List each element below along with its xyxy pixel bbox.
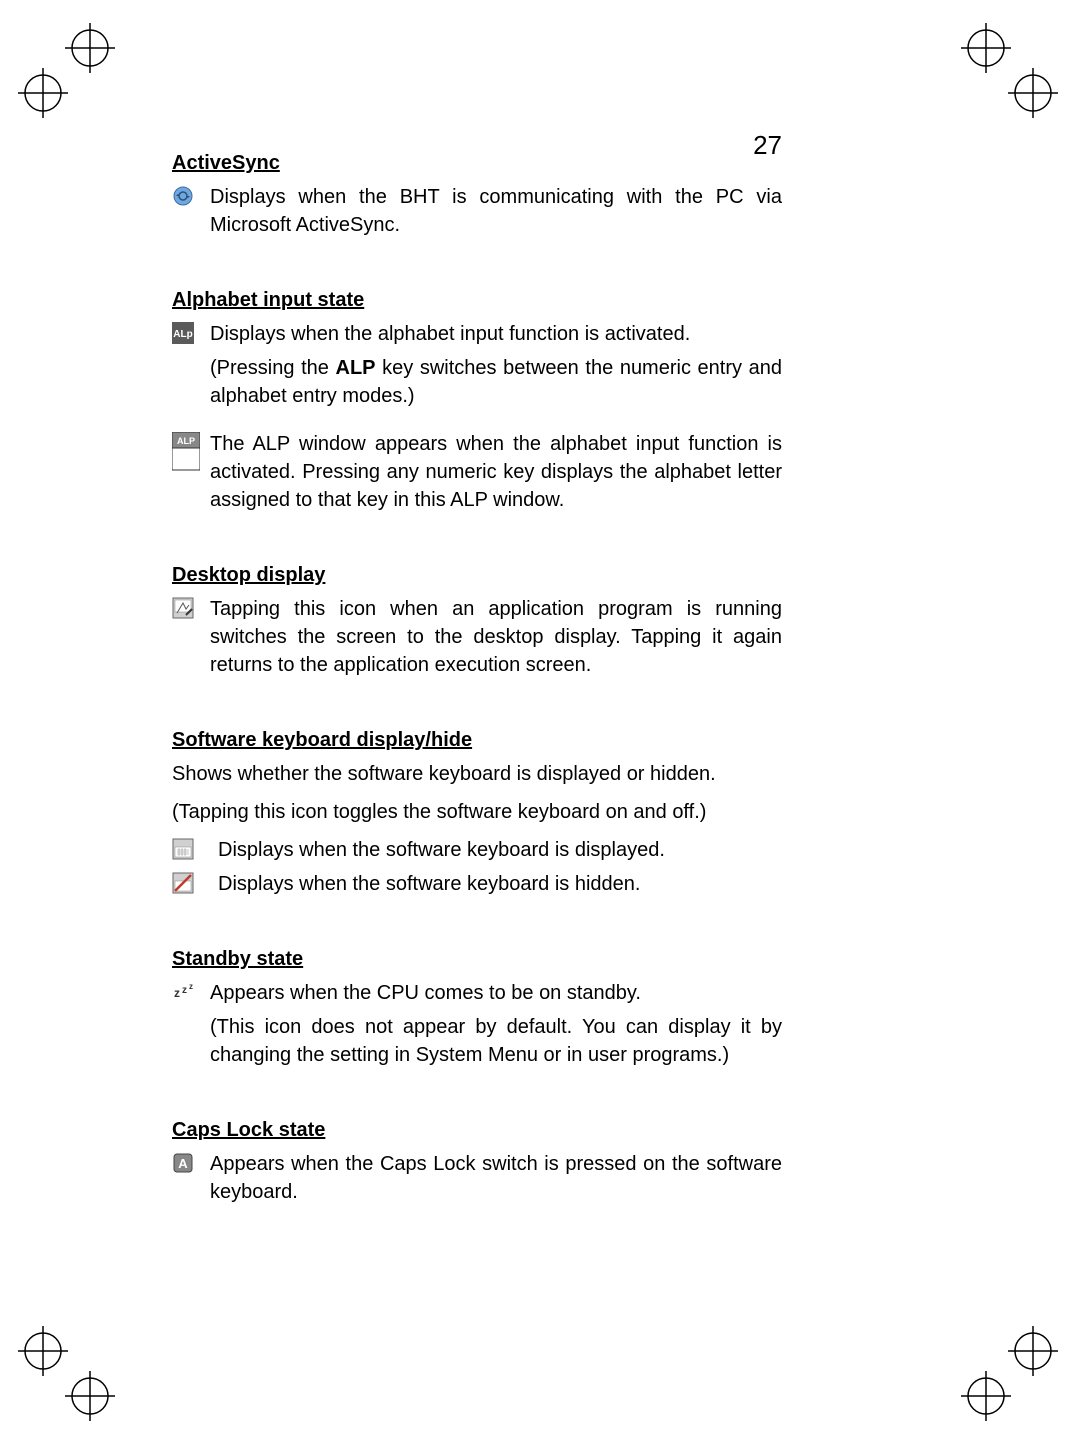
crop-mark-icon	[18, 1326, 68, 1376]
keyboard-hidden-icon	[172, 872, 194, 894]
standby-icon: z z z	[172, 981, 196, 1001]
svg-text:A: A	[178, 1156, 188, 1171]
crop-mark-icon	[961, 1371, 1011, 1421]
crop-mark-icon	[65, 1371, 115, 1421]
desktop-heading: Desktop display	[172, 564, 782, 587]
standby-text1: Appears when the CPU comes to be on stan…	[210, 979, 782, 1007]
alp-status-icon: ALp	[172, 322, 194, 344]
alp-window-icon: ALP	[172, 432, 200, 472]
activesync-icon	[172, 185, 194, 207]
alphabet-text2: (Pressing the ALP key switches between t…	[210, 354, 782, 410]
software-kb-shown-text: Displays when the software keyboard is d…	[210, 836, 782, 864]
standby-heading: Standby state	[172, 948, 782, 971]
crop-mark-icon	[65, 23, 115, 73]
capslock-icon: A	[172, 1152, 194, 1174]
activesync-text: Displays when the BHT is communicating w…	[210, 183, 782, 239]
software-kb-intro1: Shows whether the software keyboard is d…	[172, 760, 782, 788]
software-kb-heading: Software keyboard display/hide	[172, 729, 782, 752]
page-number: 27	[753, 130, 782, 161]
alphabet-text1: Displays when the alphabet input functio…	[210, 320, 782, 348]
capslock-text: Appears when the Caps Lock switch is pre…	[210, 1150, 782, 1206]
desktop-icon	[172, 597, 194, 619]
svg-text:ALP: ALP	[177, 436, 195, 446]
desktop-text: Tapping this icon when an application pr…	[210, 595, 782, 679]
crop-mark-icon	[18, 68, 68, 118]
capslock-heading: Caps Lock state	[172, 1119, 782, 1142]
standby-text2: (This icon does not appear by default. Y…	[210, 1013, 782, 1069]
software-kb-hidden-text: Displays when the software keyboard is h…	[210, 870, 782, 898]
svg-text:z: z	[174, 986, 180, 1000]
crop-mark-icon	[1008, 68, 1058, 118]
svg-text:z: z	[182, 985, 187, 996]
alphabet-text3: The ALP window appears when the alphabet…	[210, 430, 782, 514]
crop-mark-icon	[961, 23, 1011, 73]
svg-text:ALp: ALp	[173, 329, 192, 340]
alphabet-heading: Alphabet input state	[172, 289, 782, 312]
svg-text:z: z	[189, 982, 193, 991]
crop-mark-icon	[1008, 1326, 1058, 1376]
software-kb-intro2: (Tapping this icon toggles the software …	[172, 798, 782, 826]
activesync-heading: ActiveSync	[172, 152, 782, 175]
keyboard-shown-icon	[172, 838, 194, 860]
